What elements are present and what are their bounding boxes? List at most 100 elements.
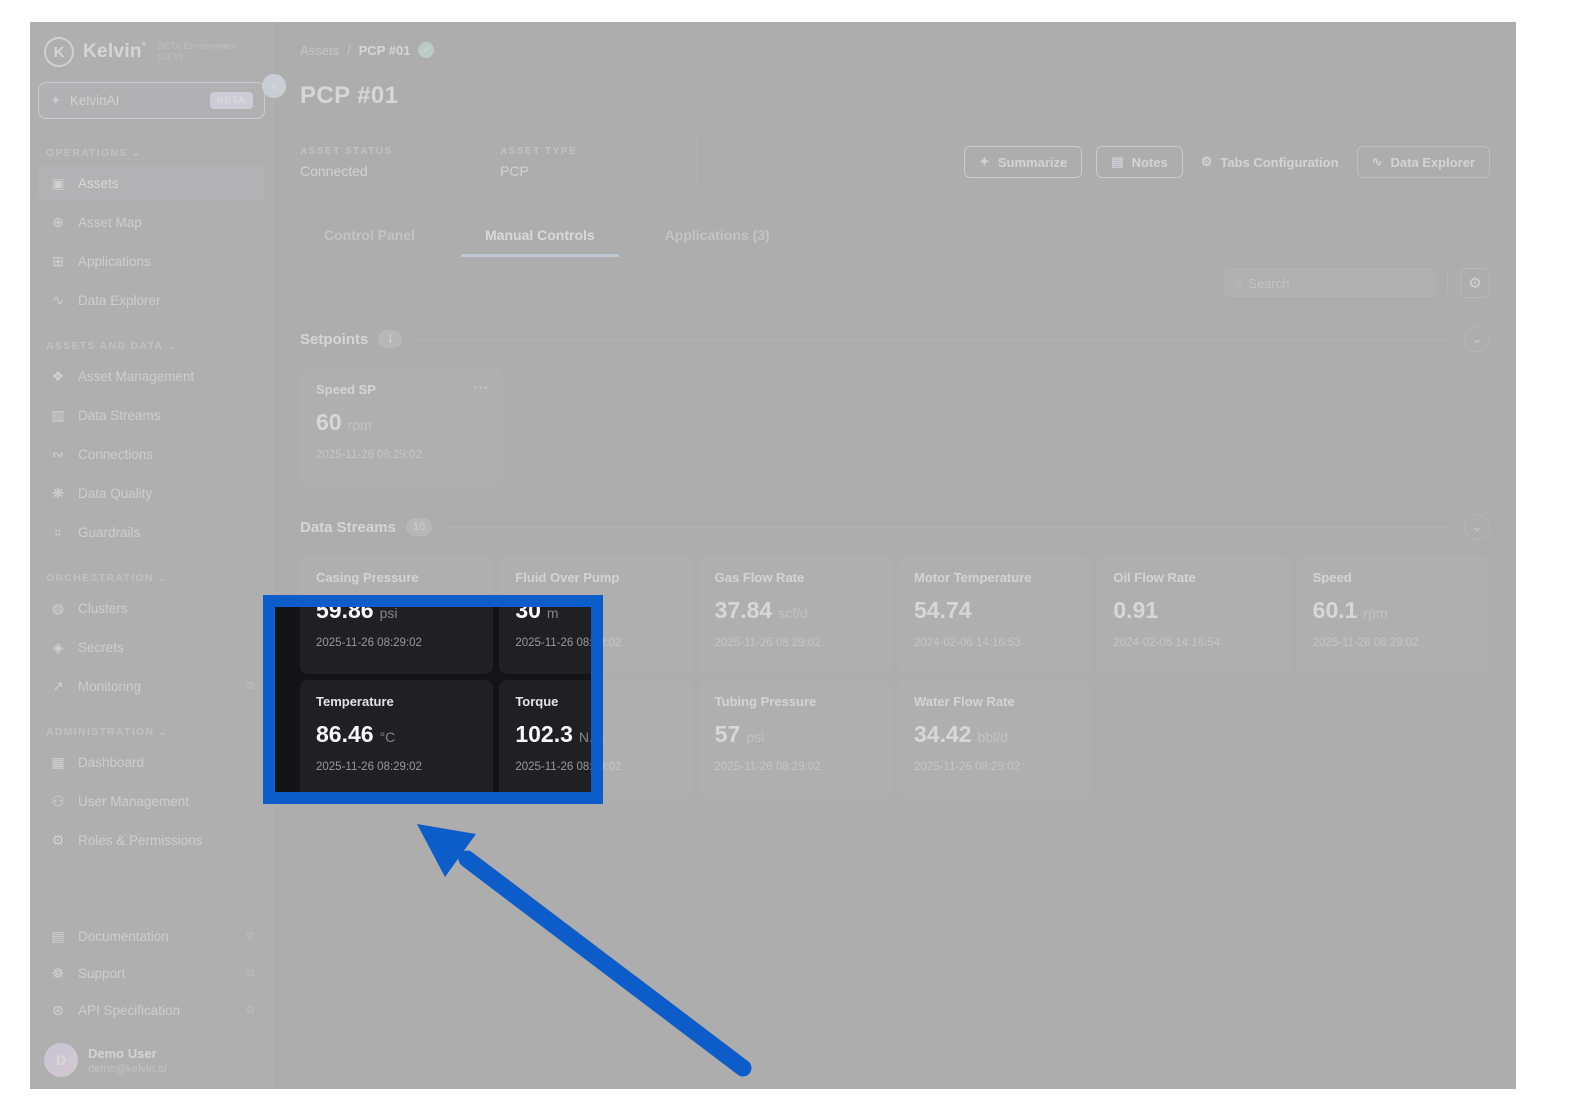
sidebar-item-data-explorer[interactable]: ∿ Data Explorer bbox=[38, 283, 265, 318]
sidebar-item-connections[interactable]: ∾ Connections bbox=[38, 437, 265, 472]
sidebar-item-documentation[interactable]: ▤ Documentation ⧉ bbox=[38, 919, 265, 954]
card-unit: °C bbox=[379, 729, 396, 745]
sidebar-item-assets[interactable]: ▣ Assets bbox=[38, 166, 265, 201]
sidebar-item-secrets[interactable]: ◈ Secrets bbox=[38, 630, 265, 665]
card-title: Fluid Over Pump bbox=[515, 570, 620, 585]
sidebar-item-data-streams[interactable]: ▥ Data Streams bbox=[38, 398, 265, 433]
card-unit: rpm bbox=[1363, 605, 1388, 621]
datastream-card-oil-flow-rate[interactable]: Oil Flow Rate 0.91 2024-02-06 14:16:54 bbox=[1097, 556, 1291, 674]
search-input[interactable] bbox=[1248, 275, 1409, 291]
sidebar-item-dashboard[interactable]: ▦ Dashboard bbox=[38, 745, 265, 780]
environment-label: BETA Environment (DEV) bbox=[157, 41, 237, 63]
breadcrumb: Assets / PCP #01 ✓ bbox=[300, 22, 1490, 58]
card-title: Speed bbox=[1312, 570, 1352, 585]
card-settings-button[interactable]: ⚙ bbox=[1460, 268, 1490, 298]
chevron-down-icon: ⌄ bbox=[167, 341, 177, 352]
sidebar-item-roles-permissions[interactable]: ⚙ Roles & Permissions bbox=[38, 823, 265, 858]
sidebar-item-asset-map[interactable]: ⊕ Asset Map bbox=[38, 205, 265, 240]
data-quality-icon: ❋ bbox=[52, 485, 64, 501]
sidebar-item-label: Roles & Permissions bbox=[78, 833, 203, 848]
breadcrumb-assets-link[interactable]: Assets bbox=[300, 43, 339, 58]
external-link-icon: ⧉ bbox=[246, 930, 254, 942]
sidebar-item-guardrails[interactable]: ⌗ Guardrails bbox=[38, 515, 265, 550]
asset-status-value: Connected bbox=[300, 162, 368, 179]
data-streams-collapse-button[interactable]: ⌄ bbox=[1464, 514, 1490, 540]
card-value: 57 bbox=[714, 721, 741, 747]
card-timestamp: 2025-11-26 08:29:02 bbox=[515, 761, 622, 773]
setpoint-card-speed-sp[interactable]: Speed SP ⋯ 60 rpm 2025-11-26 08:29:02 bbox=[300, 368, 502, 486]
sidebar-item-api-specification[interactable]: ⊛ API Specification ⧉ bbox=[38, 993, 265, 1028]
section-header-administration[interactable]: ADMINISTRATION ⌄ bbox=[30, 715, 273, 743]
datastream-card-fluid-over-pump[interactable]: Fluid Over Pump 30 m 2025-11-26 08:29:02 bbox=[499, 556, 693, 674]
sidebar-item-label: Assets bbox=[78, 176, 119, 191]
card-title: Casing Pressure bbox=[316, 570, 419, 585]
document-icon: ▤ bbox=[51, 928, 65, 944]
more-options-icon[interactable]: ⋯ bbox=[473, 378, 489, 396]
assets-icon: ▣ bbox=[51, 175, 65, 191]
sidebar-item-support[interactable]: ☸ Support ⧉ bbox=[38, 956, 265, 991]
card-value: 102.3 bbox=[515, 721, 573, 747]
divider bbox=[442, 526, 1454, 528]
card-value: 0.91 bbox=[1113, 597, 1159, 623]
notes-button[interactable]: ▤ Notes bbox=[1096, 146, 1183, 178]
sidebar-item-clusters[interactable]: ◍ Clusters bbox=[38, 591, 265, 626]
data-explorer-button[interactable]: ∿ Data Explorer bbox=[1356, 146, 1490, 178]
section-header-operations[interactable]: OPERATIONS ⌄ bbox=[30, 136, 273, 164]
datastream-card-tubing-pressure[interactable]: Tubing Pressure 57 psi 2025-11-26 08:29:0… bbox=[698, 680, 892, 798]
kelvinai-button[interactable]: ✦ KelvinAI BETA bbox=[38, 82, 265, 119]
beta-badge: BETA bbox=[209, 92, 253, 109]
setpoints-collapse-button[interactable]: ⌄ bbox=[1464, 326, 1490, 352]
sidebar-item-applications[interactable]: ⊞ Applications bbox=[38, 244, 265, 279]
section-header-assets-and-data[interactable]: ASSETS AND DATA ⌄ bbox=[30, 329, 273, 357]
sidebar-item-label: Monitoring bbox=[78, 679, 142, 694]
divider bbox=[1447, 271, 1448, 295]
datastream-card-casing-pressure[interactable]: Casing Pressure 59.86 psi 2025-11-26 08:2… bbox=[300, 556, 494, 674]
summarize-button[interactable]: ✦ Summarize bbox=[963, 146, 1083, 178]
datastream-card-gas-flow-rate[interactable]: Gas Flow Rate 37.84 scf/d 2025-11-26 08:2… bbox=[698, 556, 892, 674]
search-box[interactable]: ⌕ bbox=[1225, 269, 1435, 297]
section-header-orchestration[interactable]: ORCHESTRATION ⌄ bbox=[30, 561, 273, 589]
divider bbox=[30, 131, 273, 132]
sidebar: K Kelvin° BETA Environment (DEV) ✦ Kelvi… bbox=[30, 22, 274, 1089]
asset-status-label: ASSET STATUS bbox=[300, 145, 393, 157]
gear-icon: ⚙ bbox=[51, 832, 65, 848]
card-value: 34.42 bbox=[913, 721, 972, 747]
setpoints-title: Setpoints bbox=[300, 330, 369, 348]
monitoring-icon: ↗ bbox=[52, 678, 64, 694]
datastream-card-water-flow-rate[interactable]: Water Flow Rate 34.42 bbl/d 2025-11-26 08… bbox=[897, 680, 1092, 798]
breadcrumb-separator: / bbox=[347, 42, 351, 58]
sidebar-item-user-management[interactable]: ⚇ User Management bbox=[38, 784, 265, 819]
sidebar-collapse-button[interactable]: ‹ bbox=[262, 74, 286, 98]
card-timestamp: 2025-11-26 08:29:02 bbox=[913, 761, 1020, 773]
main-content: Assets / PCP #01 ✓ PCP #01 ASSET STATUS … bbox=[274, 22, 1516, 1089]
sidebar-item-asset-management[interactable]: ❖ Asset Management bbox=[38, 359, 265, 394]
tab-control-panel[interactable]: Control Panel bbox=[300, 216, 439, 257]
external-link-icon: ⧉ bbox=[246, 680, 254, 692]
card-unit: m bbox=[546, 605, 559, 621]
data-streams-grid: Casing Pressure 59.86 psi 2025-11-26 08:2… bbox=[300, 556, 1490, 798]
connections-icon: ∾ bbox=[52, 446, 64, 462]
datastream-card-speed[interactable]: Speed 60.1 rpm 2025-11-26 08:29:02 bbox=[1296, 556, 1490, 674]
card-unit: bbl/d bbox=[977, 729, 1008, 745]
tabs-configuration-button[interactable]: ⚙ Tabs Configuration bbox=[1197, 146, 1343, 178]
sidebar-item-data-quality[interactable]: ❋ Data Quality bbox=[38, 476, 265, 511]
card-unit: rpm bbox=[347, 417, 372, 433]
asset-status-field: ASSET STATUS Connected bbox=[300, 135, 486, 189]
tab-manual-controls[interactable]: Manual Controls bbox=[461, 216, 619, 257]
kelvinai-label: KelvinAI bbox=[69, 93, 120, 108]
gear-icon: ⚙ bbox=[1200, 154, 1213, 169]
tab-applications[interactable]: Applications (3) bbox=[641, 216, 794, 257]
api-icon: ⊛ bbox=[52, 1002, 64, 1018]
sidebar-item-monitoring[interactable]: ↗ Monitoring ⧉ bbox=[38, 669, 265, 704]
sidebar-item-label: Data Explorer bbox=[78, 293, 161, 308]
guardrails-icon: ⌗ bbox=[54, 524, 62, 540]
datastream-card-motor-temperature[interactable]: Motor Temperature 54.74 2024-02-06 14:16… bbox=[897, 556, 1092, 674]
card-timestamp: 2024-02-06 14:16:53 bbox=[913, 637, 1021, 649]
user-menu[interactable]: D Demo User demo@kelvin.ai bbox=[30, 1030, 273, 1089]
datastream-card-torque[interactable]: Torque 102.3 N.m 2025-11-26 08:29:02 bbox=[499, 680, 693, 798]
waveform-icon: ∿ bbox=[52, 292, 64, 308]
shield-icon: ◈ bbox=[52, 639, 64, 655]
search-icon: ⌕ bbox=[1235, 275, 1243, 290]
datastream-card-temperature[interactable]: Temperature 86.46 °C 2025-11-26 08:29:02 bbox=[300, 680, 494, 798]
divider bbox=[30, 710, 273, 711]
